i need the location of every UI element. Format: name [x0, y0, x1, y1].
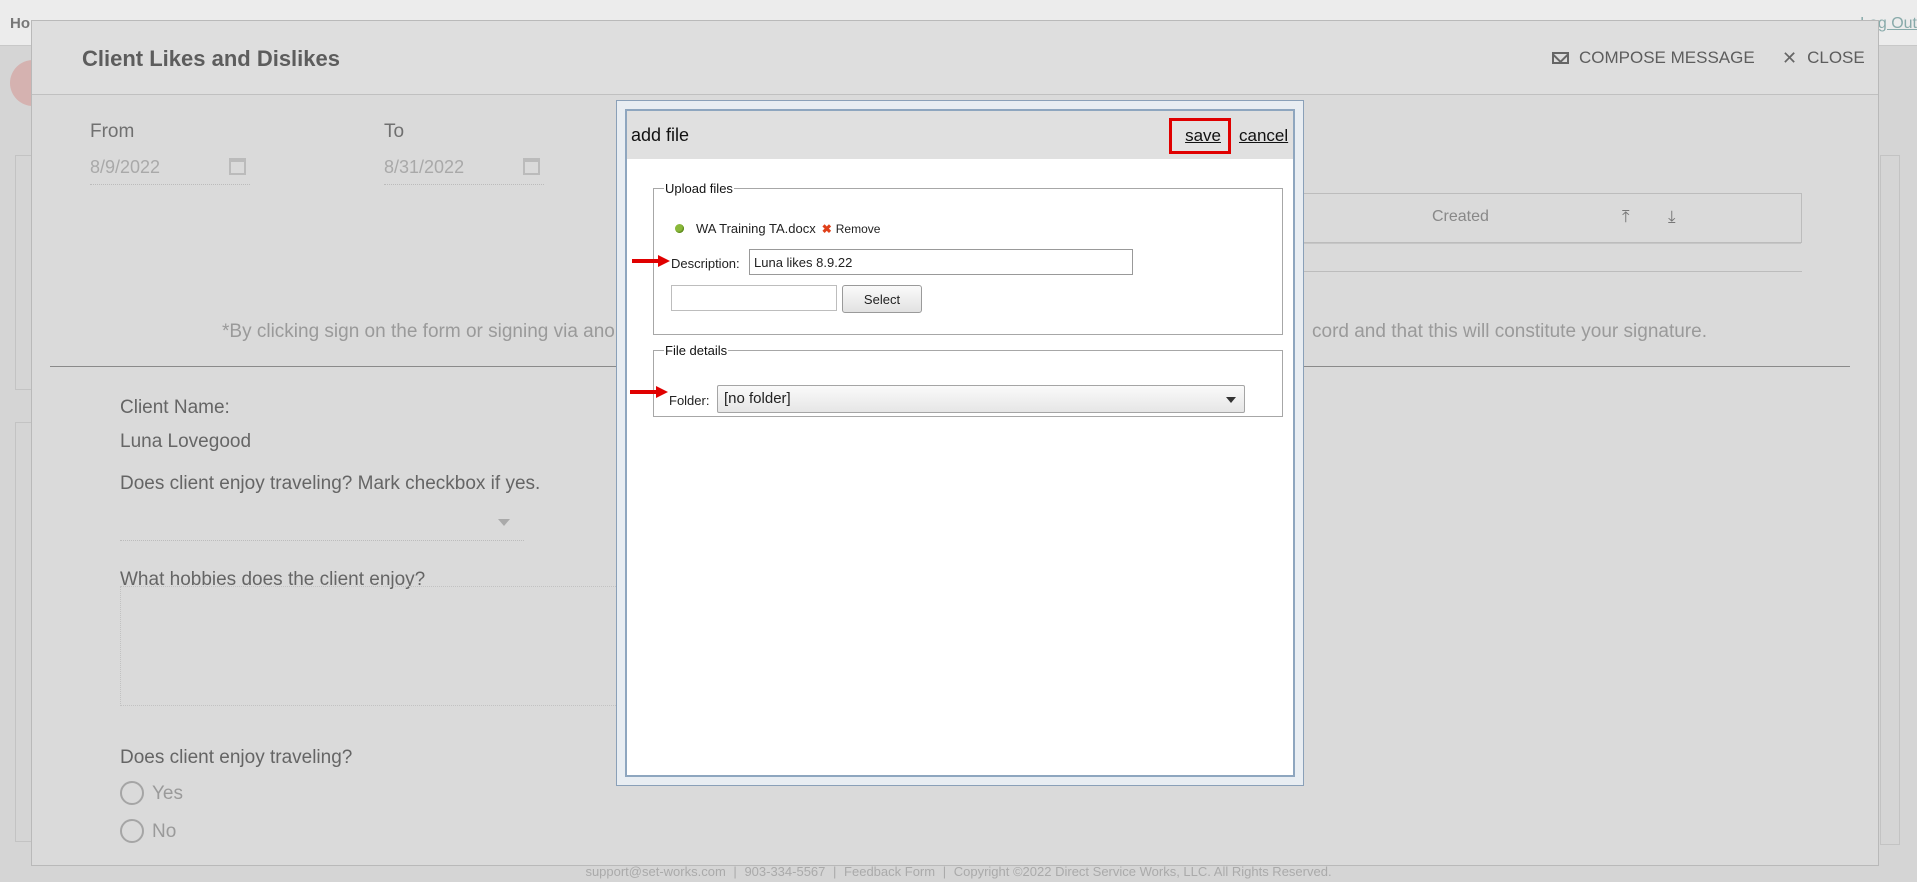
remove-icon[interactable]: ✖: [822, 222, 832, 236]
remove-file-link[interactable]: Remove: [836, 222, 881, 236]
modal-header: Client Likes and Dislikes COMPOSE MESSAG…: [32, 21, 1878, 95]
signature-note-end: cord and that this will constitute your …: [1312, 321, 1707, 342]
mail-icon: [1552, 52, 1569, 64]
radio-yes-label: Yes: [152, 783, 183, 804]
dialog-titlebar: add file save cancel: [627, 111, 1293, 159]
footer-separator: |: [733, 864, 737, 879]
file-path-input[interactable]: [671, 285, 837, 311]
home-link[interactable]: Ho: [10, 15, 30, 32]
folder-label: Folder:: [669, 393, 710, 408]
files-grid-row: [1250, 246, 1802, 272]
from-date-value: 8/9/2022: [90, 157, 161, 177]
save-button[interactable]: save: [1169, 118, 1231, 154]
add-file-dialog: add file save cancel Upload files WA Tra…: [616, 100, 1304, 786]
description-label: Description:: [671, 256, 740, 271]
travel-checkbox-question: Does client enjoy traveling? Mark checkb…: [120, 473, 541, 494]
calendar-icon[interactable]: [523, 158, 540, 175]
client-name-value: Luna Lovegood: [120, 431, 252, 452]
upload-icon[interactable]: ⤒: [1622, 207, 1630, 227]
created-column-header[interactable]: Created: [1432, 208, 1489, 226]
annotation-arrow-icon: [632, 255, 672, 267]
upload-status-icon: [675, 224, 684, 233]
files-grid-header: [1251, 194, 1801, 244]
travel-question: Does client enjoy traveling?: [120, 747, 353, 768]
file-details-legend: File details: [665, 343, 728, 358]
select-file-button[interactable]: Select: [842, 285, 922, 313]
folder-dropdown[interactable]: [no folder]: [717, 385, 1245, 413]
from-date-field[interactable]: 8/9/2022: [90, 153, 250, 185]
footer: support@set-works.com | 903-334-5567 | F…: [0, 864, 1917, 879]
footer-separator: |: [833, 864, 837, 879]
radio-yes[interactable]: [120, 781, 144, 805]
compose-message-button[interactable]: COMPOSE MESSAGE: [1552, 48, 1755, 68]
hobbies-textarea[interactable]: [120, 586, 630, 706]
calendar-icon[interactable]: [229, 158, 246, 175]
annotation-arrow-icon: [630, 386, 670, 398]
client-name-label: Client Name:: [120, 397, 230, 418]
footer-copyright: Copyright ©2022 Direct Service Works, LL…: [953, 864, 1332, 879]
description-input[interactable]: [749, 249, 1133, 275]
background-panel: [1880, 155, 1900, 845]
compose-message-label: COMPOSE MESSAGE: [1579, 48, 1755, 67]
travel-checkbox-select[interactable]: [120, 505, 524, 541]
close-button[interactable]: ✕ CLOSE: [1782, 48, 1865, 68]
uploaded-file-row: WA Training TA.docx ✖ Remove: [675, 221, 880, 236]
from-label: From: [90, 121, 135, 142]
uploaded-file-name: WA Training TA.docx: [696, 221, 816, 236]
close-label: CLOSE: [1807, 48, 1865, 67]
modal-title: Client Likes and Dislikes: [82, 46, 340, 71]
signature-note-start: *By clicking sign on the form or signing…: [222, 321, 615, 342]
add-file-dialog-body: add file save cancel Upload files WA Tra…: [625, 109, 1295, 777]
to-date-value: 8/31/2022: [384, 157, 465, 177]
footer-phone: 903-334-5567: [744, 864, 826, 879]
cancel-button[interactable]: cancel: [1239, 126, 1288, 146]
footer-email-link[interactable]: support@set-works.com: [585, 864, 725, 879]
footer-separator: |: [942, 864, 947, 879]
files-grid: [1250, 193, 1802, 244]
radio-no-label: No: [152, 821, 177, 842]
to-label: To: [384, 121, 405, 142]
upload-files-legend: Upload files: [665, 181, 733, 196]
close-icon: ✕: [1782, 48, 1798, 68]
folder-selected-value: [no folder]: [724, 390, 791, 407]
footer-feedback-link[interactable]: Feedback Form: [844, 864, 935, 879]
dialog-title: add file: [631, 125, 690, 145]
download-icon[interactable]: ⤓: [1668, 207, 1676, 227]
to-date-field[interactable]: 8/31/2022: [384, 153, 544, 185]
radio-no[interactable]: [120, 819, 144, 843]
chevron-down-icon: [1226, 397, 1236, 403]
